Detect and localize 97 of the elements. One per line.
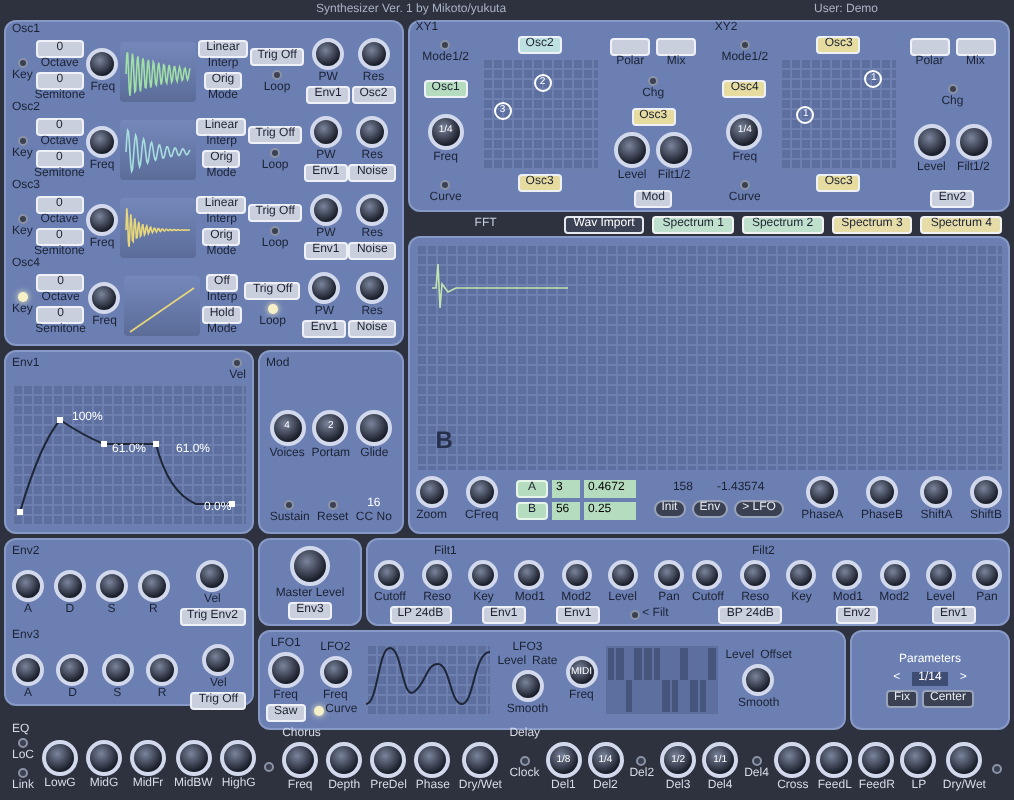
led-indicator[interactable] bbox=[519, 755, 530, 765]
led-indicator[interactable] bbox=[284, 500, 295, 510]
knob[interactable] bbox=[319, 656, 352, 688]
knob[interactable] bbox=[614, 132, 651, 168]
knob[interactable] bbox=[832, 560, 863, 590]
knob[interactable] bbox=[356, 272, 389, 304]
knob[interactable] bbox=[415, 476, 448, 508]
knob[interactable] bbox=[422, 560, 453, 590]
knob[interactable] bbox=[468, 560, 499, 590]
knob[interactable] bbox=[308, 272, 341, 304]
knob[interactable] bbox=[145, 653, 178, 685]
led-indicator[interactable] bbox=[327, 500, 338, 510]
knob[interactable] bbox=[879, 560, 910, 590]
toggle-button[interactable] bbox=[656, 38, 697, 56]
knob[interactable] bbox=[130, 740, 167, 776]
knob[interactable] bbox=[137, 569, 170, 601]
toggle-button[interactable] bbox=[955, 38, 996, 56]
led-indicator[interactable] bbox=[264, 761, 275, 771]
led-indicator[interactable] bbox=[947, 84, 958, 94]
led-indicator[interactable] bbox=[440, 179, 451, 190]
knob[interactable] bbox=[220, 740, 257, 776]
knob[interactable] bbox=[740, 560, 771, 590]
led-indicator[interactable] bbox=[739, 40, 750, 50]
knob[interactable] bbox=[925, 560, 956, 590]
knob[interactable] bbox=[282, 742, 319, 778]
knob[interactable] bbox=[101, 653, 134, 685]
led-indicator[interactable] bbox=[270, 225, 281, 235]
knob[interactable] bbox=[86, 47, 119, 79]
led-indicator[interactable] bbox=[648, 76, 659, 86]
knob[interactable] bbox=[312, 38, 345, 70]
knob[interactable] bbox=[913, 124, 950, 160]
knob[interactable] bbox=[202, 644, 235, 676]
led-indicator[interactable] bbox=[440, 40, 451, 50]
knob[interactable] bbox=[86, 740, 123, 776]
knob[interactable] bbox=[267, 652, 304, 688]
knob[interactable] bbox=[357, 38, 390, 70]
led-indicator[interactable] bbox=[636, 755, 647, 765]
knob[interactable] bbox=[309, 116, 342, 148]
led-indicator[interactable] bbox=[739, 179, 750, 190]
knob[interactable] bbox=[969, 476, 1002, 508]
lfo-waveform-display bbox=[365, 644, 490, 716]
knob[interactable] bbox=[946, 742, 983, 778]
knob[interactable] bbox=[12, 569, 44, 601]
knob[interactable] bbox=[356, 194, 389, 226]
led-indicator[interactable] bbox=[17, 136, 28, 146]
knob[interactable] bbox=[920, 476, 953, 508]
knob[interactable] bbox=[86, 125, 119, 157]
toggle-button[interactable] bbox=[610, 38, 651, 56]
knob[interactable] bbox=[53, 569, 86, 601]
led-indicator[interactable] bbox=[270, 147, 281, 157]
knob[interactable] bbox=[42, 740, 79, 776]
knob[interactable] bbox=[95, 569, 128, 601]
knob[interactable] bbox=[561, 560, 592, 590]
knob[interactable] bbox=[289, 545, 330, 585]
knob[interactable] bbox=[653, 560, 684, 590]
led-indicator[interactable] bbox=[267, 303, 278, 313]
led-indicator[interactable] bbox=[17, 58, 28, 68]
knob[interactable] bbox=[326, 742, 363, 778]
knob[interactable] bbox=[656, 132, 693, 168]
led-indicator[interactable] bbox=[751, 755, 762, 765]
knob[interactable] bbox=[806, 476, 839, 508]
knob[interactable] bbox=[414, 742, 451, 778]
knob[interactable] bbox=[774, 742, 811, 778]
knob[interactable] bbox=[971, 560, 1002, 590]
display-letter: B bbox=[435, 424, 455, 458]
knob[interactable] bbox=[465, 476, 498, 508]
led-indicator[interactable] bbox=[232, 358, 243, 368]
knob[interactable] bbox=[196, 560, 229, 592]
knob[interactable] bbox=[86, 203, 119, 235]
knob[interactable] bbox=[309, 194, 342, 226]
knob[interactable] bbox=[370, 742, 407, 778]
knob[interactable] bbox=[12, 653, 44, 685]
knob[interactable] bbox=[356, 409, 393, 445]
knob[interactable] bbox=[374, 560, 405, 590]
led-indicator[interactable] bbox=[630, 610, 641, 620]
knob[interactable] bbox=[462, 742, 499, 778]
led-indicator[interactable] bbox=[18, 768, 28, 778]
knob[interactable] bbox=[900, 742, 937, 778]
knob[interactable] bbox=[816, 742, 853, 778]
knob[interactable] bbox=[175, 740, 212, 776]
knob[interactable] bbox=[514, 560, 545, 590]
knob[interactable] bbox=[511, 670, 544, 702]
toggle-button[interactable] bbox=[909, 38, 950, 56]
led-indicator[interactable] bbox=[17, 214, 28, 224]
knob[interactable] bbox=[858, 742, 895, 778]
led-indicator[interactable] bbox=[18, 738, 28, 748]
knob[interactable] bbox=[955, 124, 992, 160]
knob[interactable] bbox=[742, 663, 775, 695]
knob[interactable] bbox=[56, 653, 89, 685]
knob[interactable] bbox=[356, 116, 389, 148]
knob[interactable] bbox=[88, 281, 121, 313]
knob[interactable] bbox=[865, 476, 898, 508]
led-indicator[interactable] bbox=[991, 763, 1002, 773]
knob[interactable] bbox=[692, 560, 723, 590]
led-indicator[interactable] bbox=[272, 69, 283, 79]
knob[interactable] bbox=[607, 560, 638, 590]
knob[interactable] bbox=[786, 560, 817, 590]
